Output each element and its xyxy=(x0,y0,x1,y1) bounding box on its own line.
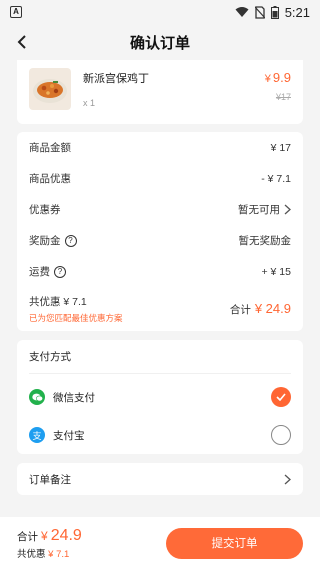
payment-option-label: 支付宝 xyxy=(53,429,85,442)
summary-total-row: 共优惠 ¥ 7.1 已为您匹配最佳优惠方案 合计 ¥ 24.9 xyxy=(29,287,291,331)
summary-row-shipping: 运费 ? + ¥ 15 xyxy=(29,256,291,287)
total-label: 合计 xyxy=(229,304,251,316)
payment-option-alipay[interactable]: 支 支付宝 xyxy=(29,416,291,454)
bottom-discount-label: 共优惠 xyxy=(17,548,46,560)
back-button[interactable] xyxy=(12,32,32,52)
chevron-right-icon xyxy=(284,204,291,215)
payment-option-label: 微信支付 xyxy=(53,391,95,404)
check-icon xyxy=(276,393,286,401)
total-discount: 共优惠 ¥ 7.1 xyxy=(29,296,87,308)
chevron-left-icon xyxy=(17,35,26,49)
summary-value: 暂无奖励金 xyxy=(238,235,292,247)
order-note-row[interactable]: 订单备注 xyxy=(17,463,303,495)
submit-order-button[interactable]: 提交订单 xyxy=(166,527,303,559)
chevron-right-icon xyxy=(284,474,291,484)
summary-label: 商品金额 xyxy=(29,142,71,154)
radio-checked[interactable] xyxy=(271,387,291,407)
summary-row-goods-amount: 商品金额 ¥ 17 xyxy=(29,132,291,163)
bottom-bar: 合计 ¥24.9 共优惠 ¥ 7.1 提交订单 xyxy=(0,517,320,569)
coupon-value: 暂无可用 xyxy=(238,204,280,216)
summary-label: 优惠券 xyxy=(29,204,61,216)
radio-unchecked[interactable] xyxy=(271,425,291,445)
bottom-total-symbol: ¥ xyxy=(41,528,48,543)
total-amount: ¥ 24.9 xyxy=(254,301,291,316)
payment-option-wechat[interactable]: 微信支付 xyxy=(29,378,291,416)
status-time: 5:21 xyxy=(284,4,310,20)
product-original-price: ¥17 xyxy=(275,92,291,102)
help-icon[interactable]: ? xyxy=(64,234,77,247)
bottom-discount: 共优惠 ¥ 7.1 xyxy=(17,546,82,560)
payment-card: 支付方式 微信支付 支 支付宝 xyxy=(17,340,303,454)
price-summary-card: 商品金额 ¥ 17 商品优惠 - ¥ 7.1 优惠券 暂无可用 奖励金 ? 暂无… xyxy=(17,132,303,331)
alipay-icon: 支 xyxy=(29,427,45,443)
bottom-discount-amount: ¥ 7.1 xyxy=(48,548,70,560)
summary-row-goods-discount: 商品优惠 - ¥ 7.1 xyxy=(29,163,291,194)
battery-icon xyxy=(270,5,279,19)
summary-label: 商品优惠 xyxy=(29,173,71,185)
payment-title: 支付方式 xyxy=(29,340,291,374)
summary-value: - ¥ 7.1 xyxy=(261,172,291,185)
summary-label: 奖励金 xyxy=(29,235,61,247)
summary-label: 运费 xyxy=(29,266,50,278)
price-value: 9.9 xyxy=(272,70,291,85)
status-bar: A 5:21 xyxy=(0,0,320,24)
page-title: 确认订单 xyxy=(129,34,190,52)
price-symbol: ¥ xyxy=(264,73,271,85)
app-notification-icon: A xyxy=(10,6,22,18)
help-icon[interactable]: ? xyxy=(54,265,66,278)
order-note-label: 订单备注 xyxy=(29,473,71,486)
wechat-pay-icon xyxy=(29,389,45,405)
product-price: ¥9.9 xyxy=(265,70,291,85)
summary-row-reward: 奖励金 ? 暂无奖励金 xyxy=(29,225,291,256)
best-plan-note: 已为您匹配最佳优惠方案 xyxy=(29,313,123,323)
product-image xyxy=(29,68,71,110)
product-card: 新派宫保鸡丁 x 1 ¥9.9 ¥17 xyxy=(17,60,303,124)
bottom-total-label: 合计 xyxy=(17,530,38,543)
header: 确认订单 xyxy=(0,24,320,60)
summary-row-coupon[interactable]: 优惠券 暂无可用 xyxy=(29,194,291,225)
summary-value: + ¥ 15 xyxy=(261,265,292,278)
summary-value: ¥ 17 xyxy=(270,141,291,154)
bottom-total: 合计 ¥24.9 xyxy=(17,527,82,545)
product-quantity: x 1 xyxy=(83,98,96,108)
product-name: 新派宫保鸡丁 xyxy=(83,73,149,85)
no-sim-icon xyxy=(254,5,265,19)
wifi-icon xyxy=(235,7,249,17)
bottom-total-amount: 24.9 xyxy=(50,526,82,544)
